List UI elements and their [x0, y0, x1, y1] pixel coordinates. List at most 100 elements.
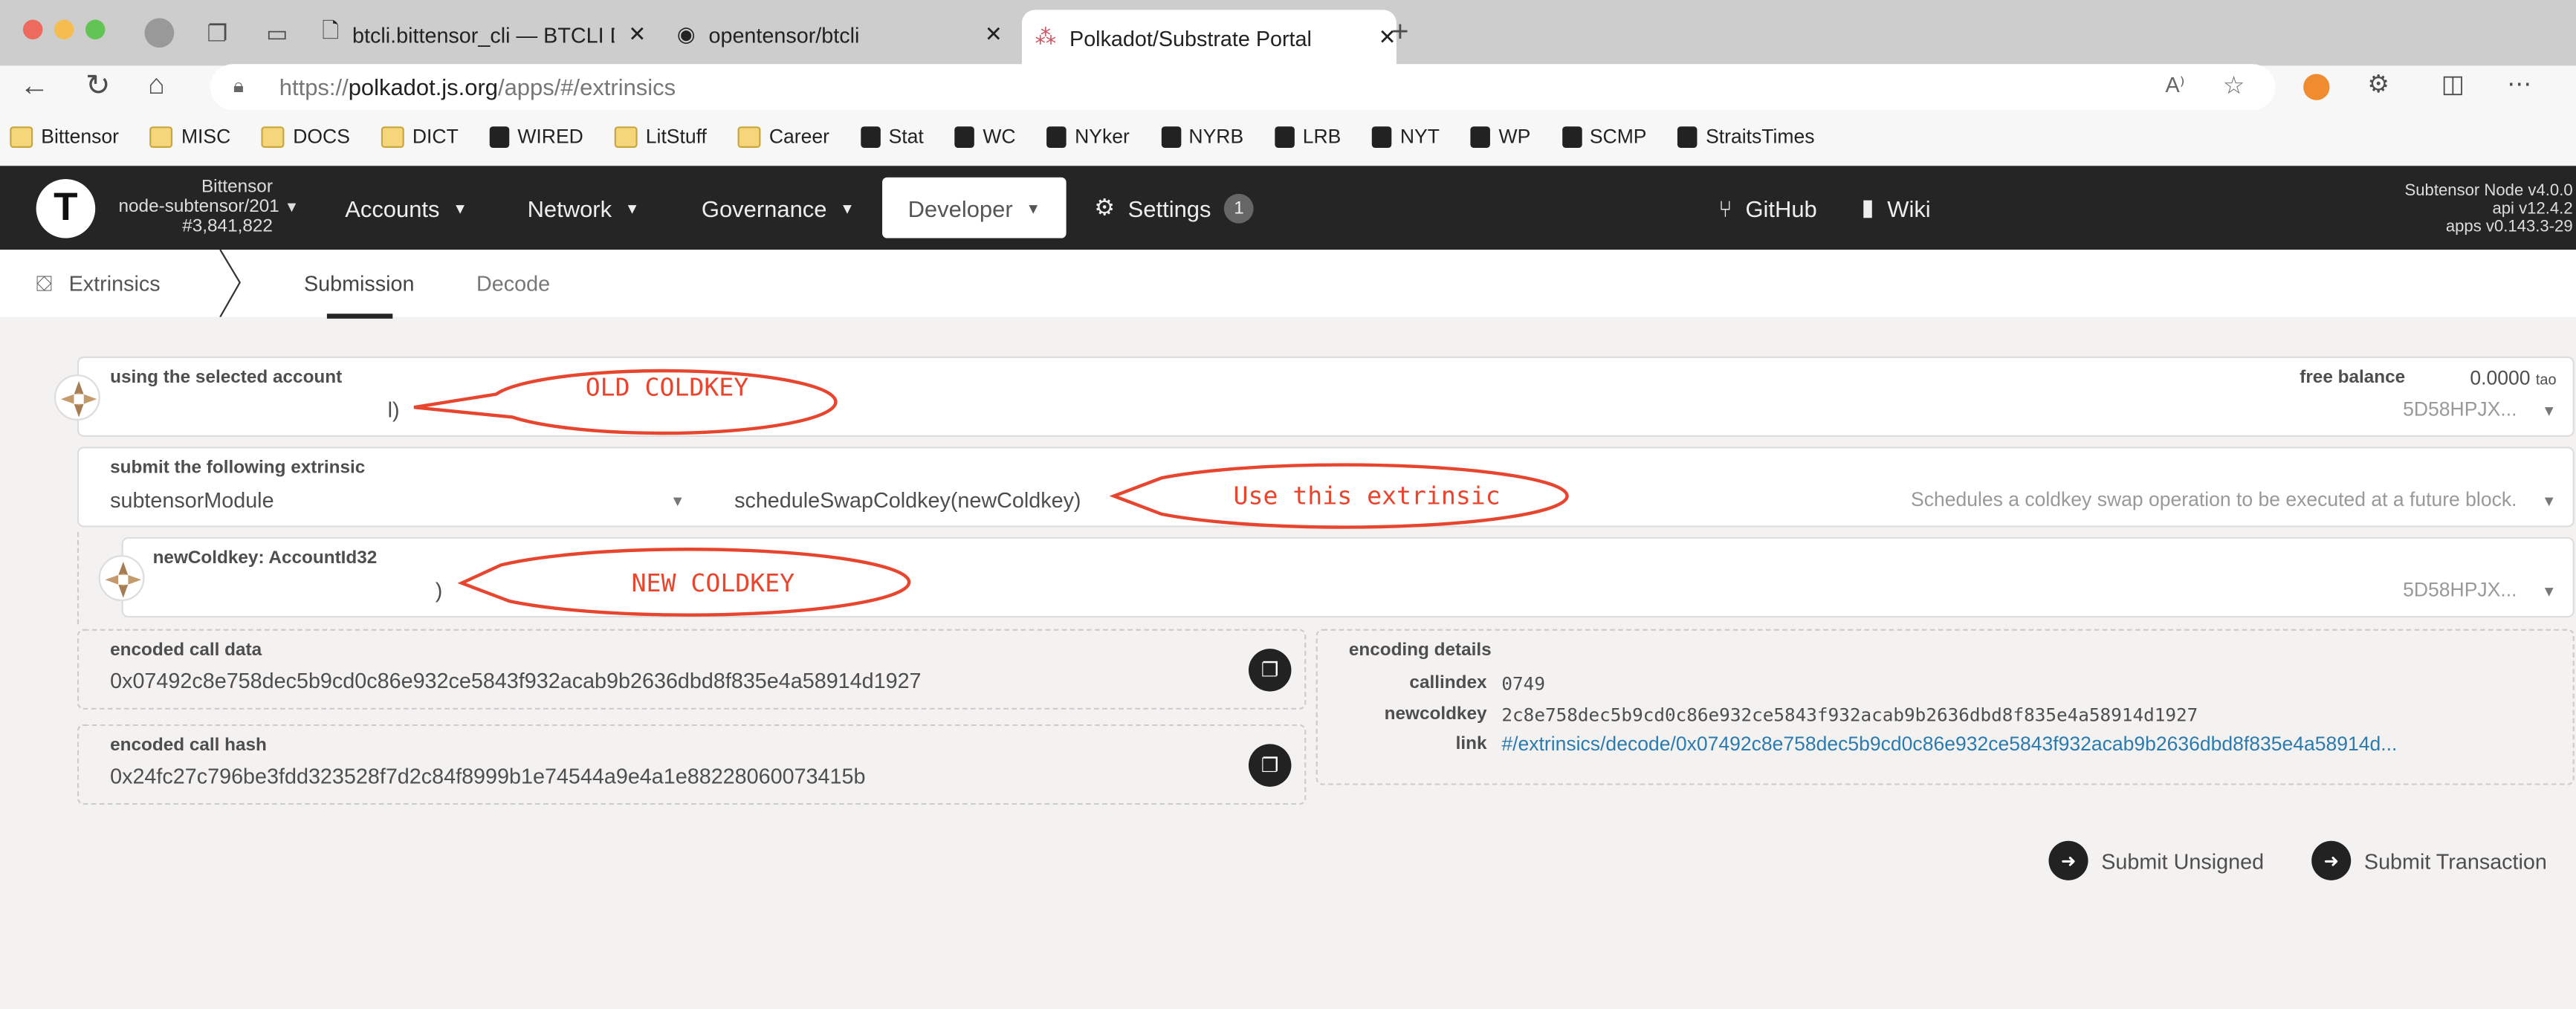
folder-icon [262, 126, 285, 147]
back-icon[interactable]: ← [20, 69, 50, 103]
bookmark-docs[interactable]: DOCS [262, 125, 350, 148]
chevron-down-icon: ▼ [284, 198, 300, 215]
method-dropdown[interactable]: scheduleSwapColdkey(newColdkey) [734, 488, 1081, 513]
submit-unsigned-button[interactable]: ➜ Submit Unsigned [2048, 840, 2264, 880]
nav-governance[interactable]: Governance ▼ [702, 166, 855, 250]
tab-btcli-docs[interactable]: 🗋 btcli.bittensor_cli — BTCLI Docs ✕ [322, 10, 667, 59]
section-title: ⛋ Extrinsics [36, 271, 161, 297]
callindex-value: 0749 [1501, 673, 1545, 695]
more-menu-icon[interactable]: ⋯ [2507, 69, 2531, 99]
favorite-star-icon[interactable]: ☆ [2223, 71, 2245, 100]
bookmark-stat[interactable]: Stat [860, 125, 924, 148]
close-tab-icon[interactable]: ✕ [628, 22, 646, 48]
extension-icon[interactable] [2303, 74, 2330, 100]
bookmarks-bar: Bittensor MISC DOCS DICT WIRED LitStuff Career… [10, 125, 1837, 148]
chevron-down-icon: ▼ [453, 199, 467, 216]
book-icon: ▮ [1861, 193, 1874, 221]
chain-selector[interactable]: Bittensor node-subtensor/201 ▼ #3,841,82… [115, 178, 300, 237]
bookmark-litstuff[interactable]: LitStuff [614, 125, 707, 148]
call-data-value: 0x07492c8e758dec5b9cd0c86e932ce5843f932a… [110, 668, 922, 693]
github-icon: ◉ [676, 21, 696, 46]
tab-actions-icon[interactable]: ▭ [266, 20, 288, 48]
settings-badge: 1 [1224, 192, 1254, 223]
copy-icon[interactable]: ❐ [1248, 649, 1292, 692]
method-description: Schedules a coldkey swap operation to be… [1911, 487, 2517, 511]
chevron-down-icon[interactable]: ▼ [670, 493, 685, 509]
free-balance-label: free balance [2300, 368, 2406, 388]
encoded-call-hash: encoded call hash 0x24fc27c796be3fdd3235… [77, 724, 1307, 805]
chevron-down-icon[interactable]: ▼ [2542, 493, 2557, 509]
bookmark-nyrb[interactable]: NYRB [1160, 125, 1243, 148]
module-dropdown[interactable]: subtensorModule [110, 488, 274, 513]
account-name: l) [387, 397, 400, 423]
bookmark-wired[interactable]: WIRED [489, 125, 583, 148]
close-window-button[interactable] [22, 19, 43, 40]
minimize-window-button[interactable] [54, 19, 74, 40]
address-bar[interactable]: 🔒︎ https://polkadot.js.org/apps/#/extrin… [210, 64, 2276, 111]
bookmark-misc[interactable]: MISC [149, 125, 230, 148]
reload-icon[interactable]: ↻ [85, 69, 110, 103]
bookmark-career[interactable]: Career [737, 125, 829, 148]
lock-icon: 🔒︎ [233, 74, 245, 97]
chevron-down-icon[interactable]: ▼ [2542, 583, 2557, 600]
bookmark-dict[interactable]: DICT [381, 125, 459, 148]
wiki-link[interactable]: ▮ Wiki [1861, 166, 1930, 250]
maximize-window-button[interactable] [85, 19, 106, 40]
bookmark-straitstimes[interactable]: StraitsTimes [1677, 125, 1814, 148]
inbox-icon: ⛋ [36, 270, 53, 296]
submit-transaction-button[interactable]: ➜ Submit Transaction [2311, 840, 2547, 880]
sign-in-icon: ➜ [2048, 840, 2088, 880]
bookmark-wp[interactable]: WP [1470, 125, 1530, 148]
collections-icon[interactable]: ❐ [207, 20, 228, 48]
site-icon [489, 126, 510, 147]
bookmark-nyker[interactable]: NYker [1046, 125, 1130, 148]
tab-github[interactable]: ◉ opentensor/btcli ✕ [677, 10, 1014, 59]
newcoldkey-value: 2c8e758dec5b9cd0c86e932ce5843f932acab9b2… [1501, 704, 2198, 727]
url-path: /apps/#/extrinsics [497, 74, 676, 100]
extensions-puzzle-icon[interactable]: ⚙ [2367, 69, 2389, 99]
extrinsic-selector: submit the following extrinsic subtensor… [77, 447, 2575, 528]
tab-decode[interactable]: Decode [476, 271, 550, 296]
nav-network[interactable]: Network ▼ [528, 166, 640, 250]
bookmark-bittensor[interactable]: Bittensor [10, 125, 119, 148]
chevron-down-icon: ▼ [840, 199, 855, 216]
free-balance: 0.0000 tao [2470, 366, 2557, 389]
close-tab-icon[interactable]: ✕ [985, 22, 1003, 48]
bookmark-nyt[interactable]: NYT [1372, 125, 1440, 148]
encoded-call-data: encoded call data 0x07492c8e758dec5b9cd0… [77, 629, 1307, 710]
nav-accounts[interactable]: Accounts ▼ [345, 166, 467, 250]
newcoldkey-input[interactable]: newColdkey: AccountId32 ) 5D58HPJX... ▼ [121, 536, 2575, 618]
folder-icon [381, 126, 404, 147]
account-selector[interactable]: using the selected account l) free balan… [77, 356, 2575, 437]
bookmark-scmp[interactable]: SCMP [1562, 125, 1647, 148]
site-icon [1046, 126, 1067, 147]
chevron-down-icon[interactable]: ▼ [2542, 403, 2557, 419]
nav-developer[interactable]: Developer ▼ [882, 177, 1067, 239]
url-scheme: https:// [279, 74, 349, 100]
copy-icon[interactable]: ❐ [1248, 744, 1292, 787]
account-address: 5D58HPJX... [2403, 397, 2517, 421]
tab-polkadot[interactable]: ⁂ Polkadot/Substrate Portal ✕ [1021, 10, 1397, 66]
read-aloud-icon[interactable]: A⁾ [2165, 72, 2184, 98]
site-icon [1470, 126, 1491, 147]
profile-icon[interactable] [144, 18, 175, 48]
decode-link[interactable]: #/extrinsics/decode/0x07492c8e758dec5b9c… [1501, 733, 2397, 756]
split-screen-icon[interactable]: ◫ [2441, 69, 2465, 99]
param-account-name: ) [435, 578, 443, 603]
bookmark-lrb[interactable]: LRB [1275, 125, 1341, 148]
home-icon[interactable]: ⌂ [148, 69, 165, 102]
site-icon [1372, 126, 1392, 147]
account-label: using the selected account [110, 368, 343, 388]
new-tab-button[interactable]: + [1391, 15, 1408, 49]
param-label: newColdkey: AccountId32 [152, 548, 378, 568]
polkadot-icon: ⁂ [1035, 25, 1057, 50]
site-icon [954, 126, 975, 147]
bittensor-logo[interactable]: T [36, 178, 96, 239]
nav-settings[interactable]: ⚙ Settings 1 [1094, 166, 1254, 250]
bookmark-wc[interactable]: WC [954, 125, 1016, 148]
github-link[interactable]: ⑂ GitHub [1718, 166, 1817, 250]
chevron-down-icon: ▼ [624, 199, 640, 216]
tab-submission[interactable]: Submission [304, 271, 415, 296]
git-branch-icon: ⑂ [1718, 194, 1732, 221]
identicon-avatar [98, 555, 145, 602]
